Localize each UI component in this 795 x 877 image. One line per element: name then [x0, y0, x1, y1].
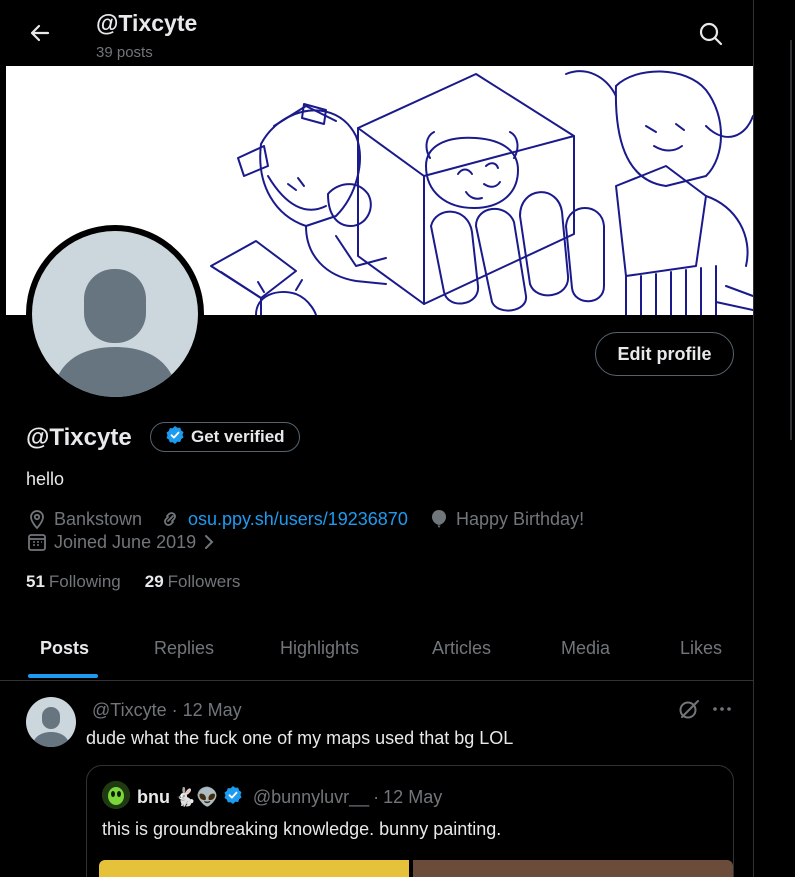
- header-title: @Tixcyte: [96, 10, 198, 36]
- tab-replies[interactable]: Replies: [154, 616, 214, 680]
- location-pin-icon: [30, 510, 44, 530]
- panel-divider: [790, 40, 792, 440]
- following-count: 51: [26, 572, 45, 591]
- header-post-count: 39 posts: [96, 44, 153, 61]
- quote-author-handle[interactable]: @bunnyluvr__: [253, 787, 369, 808]
- location-text: Bankstown: [54, 508, 143, 529]
- tab-articles[interactable]: Articles: [432, 616, 491, 680]
- followers-count: 29: [144, 572, 164, 591]
- followers-label: Followers: [167, 572, 241, 591]
- balloon-icon: [432, 510, 446, 528]
- verified-badge-icon: [165, 425, 185, 450]
- tweet-header: @Tixcyte · 12 May: [92, 700, 242, 721]
- location-item: Bankstown: [26, 508, 142, 530]
- tweet[interactable]: @Tixcyte · 12 May dude what the fuck one…: [0, 681, 753, 877]
- profile-tabs: Posts Replies Highlights Articles Media …: [0, 616, 753, 681]
- following-label: Following: [48, 572, 121, 591]
- profile-column: @Tixcyte 39 posts Edit profile @Tixcyte …: [0, 0, 754, 877]
- followers-link[interactable]: 29 Followers: [145, 572, 241, 592]
- quote-image-1[interactable]: [99, 860, 409, 877]
- quote-image-2[interactable]: [413, 860, 733, 877]
- tab-likes[interactable]: Likes: [680, 616, 722, 680]
- verified-badge-icon: [223, 785, 243, 810]
- profile-display-name: @Tixcyte: [26, 424, 132, 451]
- profile-avatar[interactable]: [26, 225, 204, 403]
- back-arrow-icon[interactable]: [24, 17, 56, 49]
- tweet-author-handle[interactable]: @Tixcyte: [92, 700, 167, 720]
- chevron-right-icon: [205, 535, 214, 549]
- tweet-date[interactable]: 12 May: [183, 700, 242, 720]
- calendar-icon: [28, 534, 46, 551]
- more-icon[interactable]: [710, 697, 734, 721]
- tweet-avatar[interactable]: [26, 697, 76, 747]
- quote-avatar[interactable]: [102, 781, 130, 809]
- tweet-separator: ·: [166, 700, 183, 720]
- joined-item[interactable]: Joined June 2019: [26, 531, 216, 553]
- quote-author-emoji: 🐇👽: [174, 787, 219, 807]
- tab-highlights[interactable]: Highlights: [280, 616, 359, 680]
- grok-icon[interactable]: [677, 697, 701, 721]
- website-link[interactable]: osu.ppy.sh/users/19236870: [188, 509, 408, 530]
- search-icon[interactable]: [696, 19, 726, 49]
- following-link[interactable]: 51 Following: [26, 572, 121, 592]
- get-verified-button[interactable]: Get verified: [150, 422, 300, 452]
- tweet-text: dude what the fuck one of my maps used t…: [86, 728, 514, 748]
- website-item: osu.ppy.sh/users/19236870: [158, 508, 408, 530]
- quote-header: bnu 🐇👽 @bunnyluvr__ · 12 May: [137, 785, 442, 810]
- quote-date[interactable]: 12 May: [383, 787, 442, 808]
- link-icon: [164, 512, 176, 526]
- active-tab-indicator: [28, 674, 98, 678]
- quote-separator: ·: [373, 787, 380, 807]
- right-panel-edge: [754, 0, 795, 877]
- profile-bio: hello: [26, 469, 65, 489]
- quote-text: this is groundbreaking knowledge. bunny …: [102, 819, 502, 839]
- quote-author-name[interactable]: bnu: [137, 787, 170, 808]
- top-bar: @Tixcyte 39 posts: [0, 0, 753, 66]
- default-avatar-icon: [32, 231, 198, 397]
- follow-counts: 51 Following 29 Followers: [26, 572, 240, 592]
- tab-media[interactable]: Media: [561, 616, 610, 680]
- get-verified-label: Get verified: [191, 427, 285, 446]
- edit-profile-button[interactable]: Edit profile: [595, 332, 734, 376]
- joined-text: Joined June 2019: [54, 531, 197, 552]
- birthday-text: Happy Birthday!: [456, 508, 585, 529]
- tab-posts[interactable]: Posts: [40, 616, 89, 680]
- birthday-item: Happy Birthday!: [428, 508, 584, 530]
- quoted-tweet[interactable]: bnu 🐇👽 @bunnyluvr__ · 12 May this is gro…: [86, 765, 734, 877]
